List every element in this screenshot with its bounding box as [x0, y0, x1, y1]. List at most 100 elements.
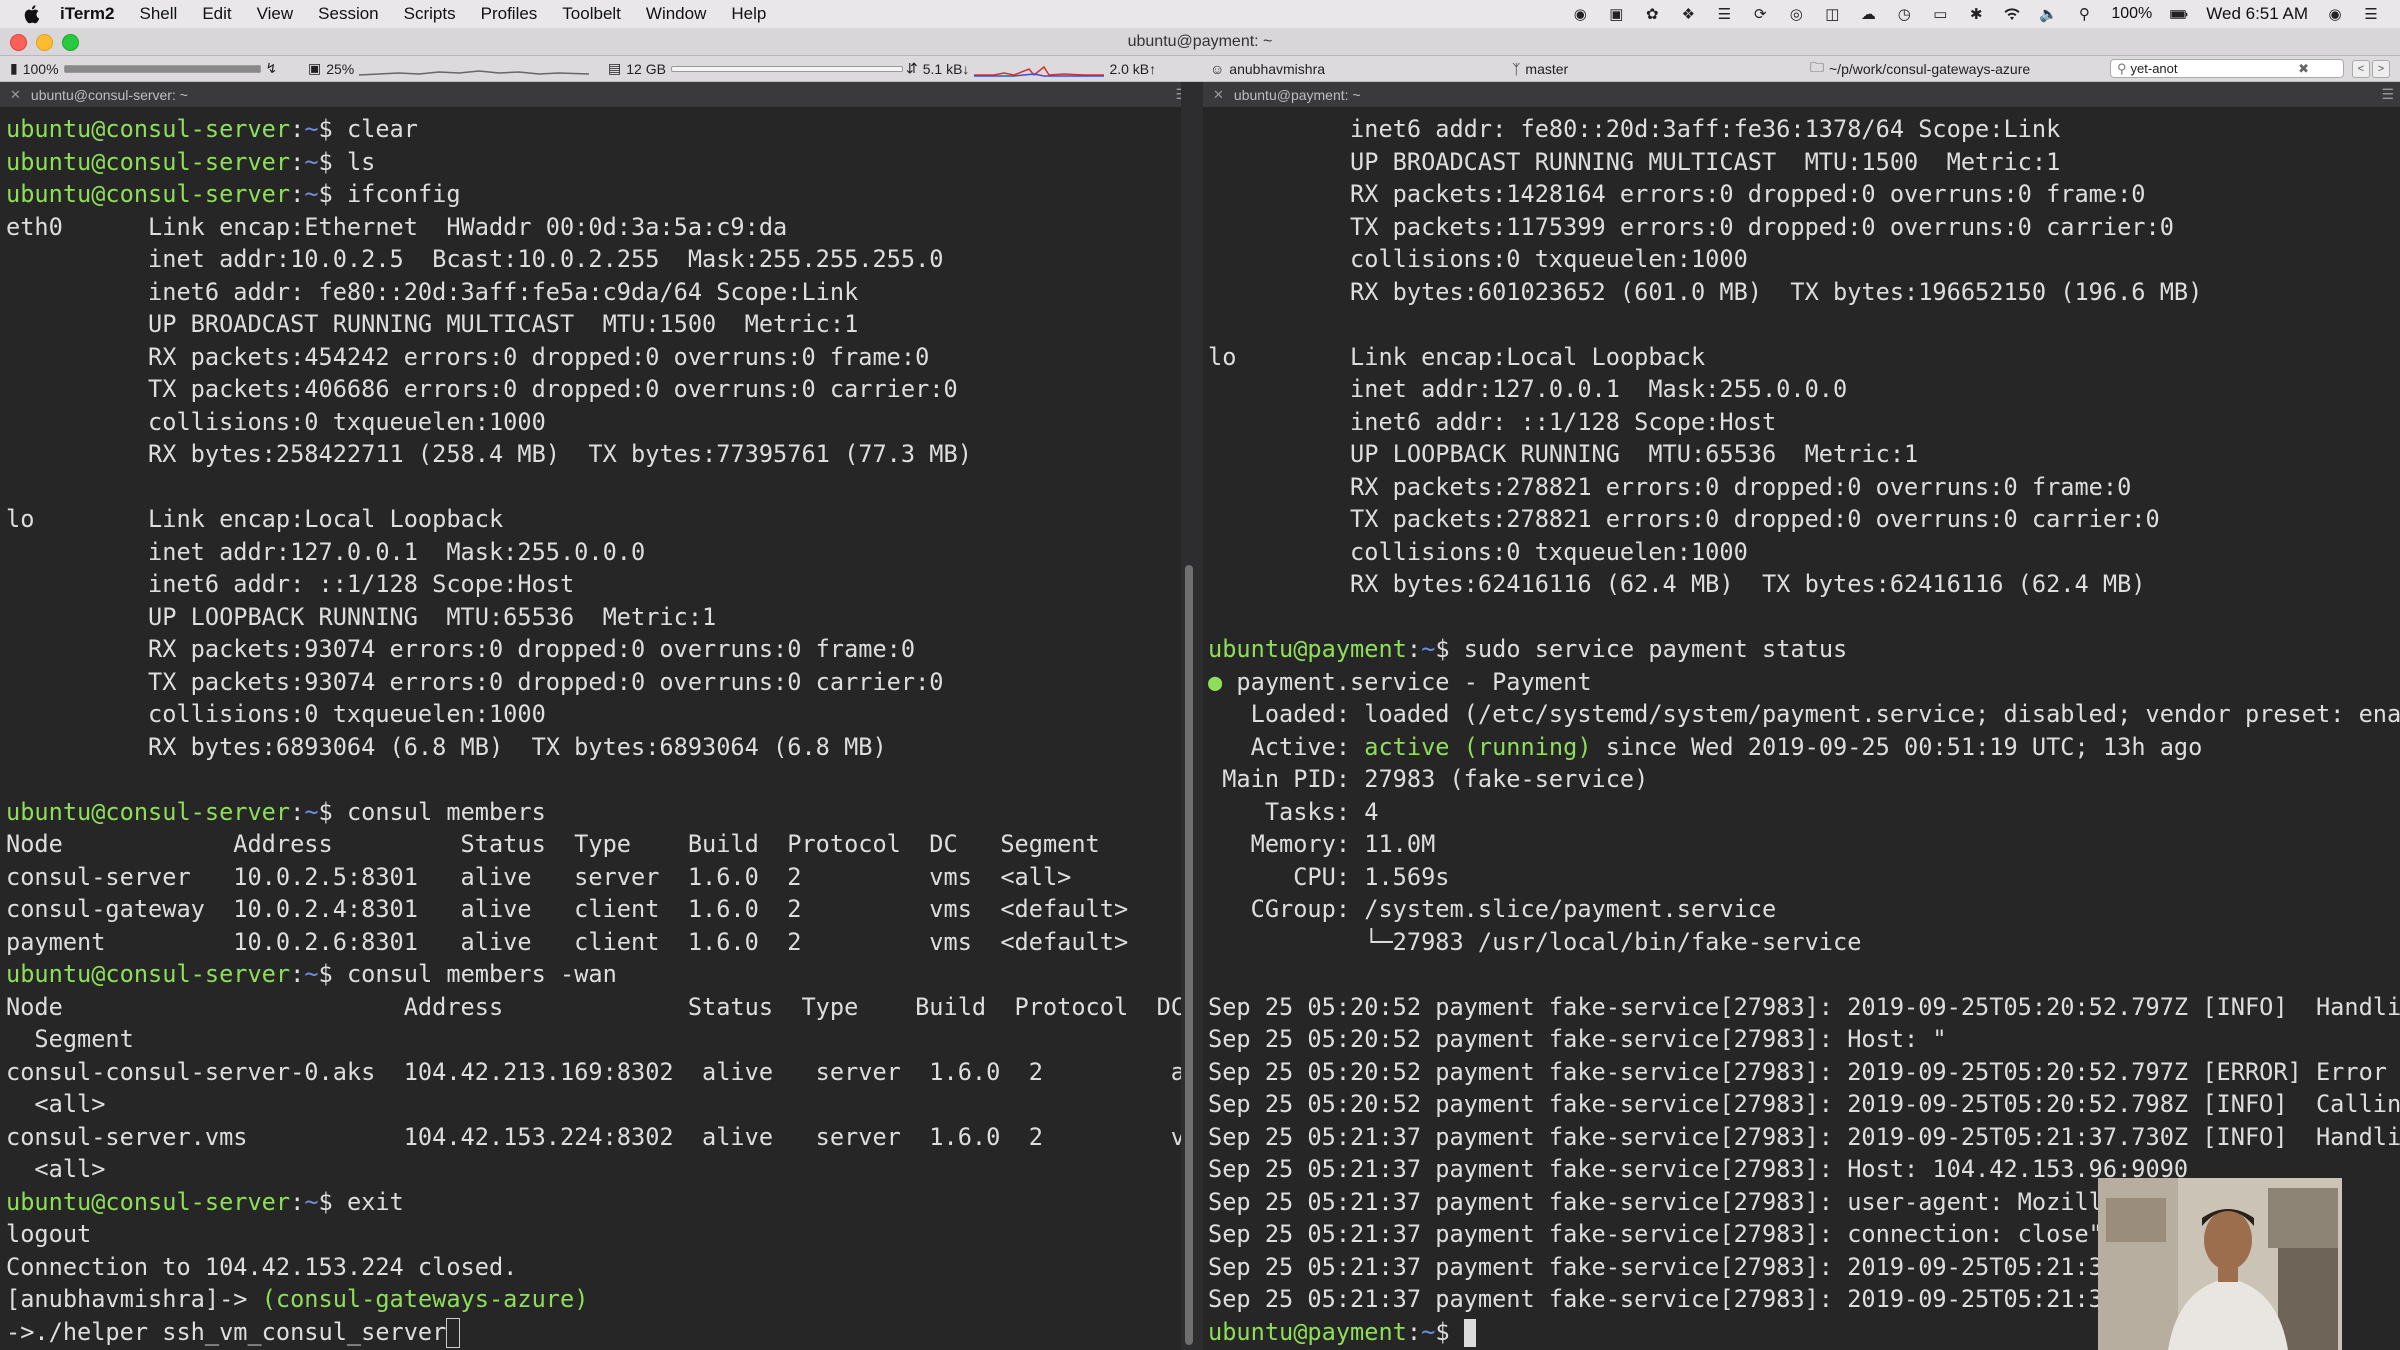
search-input[interactable]: yet-anot: [2131, 61, 2178, 76]
right-terminal-output[interactable]: inet6 addr: fe80::20d:3aff:fe36:1378/64 …: [1203, 107, 2400, 1348]
right-terminal-pane[interactable]: inet6 addr: fe80::20d:3aff:fe36:1378/64 …: [1203, 107, 2400, 1350]
clock-icon[interactable]: ◷: [1895, 6, 1913, 23]
menu-app-name[interactable]: iTerm2: [60, 4, 115, 24]
docker-icon[interactable]: ☰: [1715, 6, 1733, 23]
right-terminal-line: RX packets:278821 errors:0 dropped:0 ove…: [1208, 471, 2400, 504]
presenter-video-image: [2098, 1178, 2342, 1350]
terminal-text: $ consul members: [318, 797, 546, 826]
apple-menu-icon[interactable]: [22, 3, 44, 25]
siri-icon[interactable]: ◉: [2326, 6, 2344, 23]
charging-icon: ↯: [265, 60, 278, 76]
terminal-text: $ consul members -wan: [318, 960, 617, 988]
right-terminal-line: Sep 25 05:20:52 payment fake-service[279…: [1208, 1088, 2400, 1121]
close-pane-icon[interactable]: ✕: [1213, 87, 1224, 103]
terminal-text: inet addr:10.0.2.5 Bcast:10.0.2.255 Mask…: [6, 245, 944, 273]
volume-icon[interactable]: 🔈: [2039, 6, 2058, 23]
memory-status: ▤ 12 GB: [608, 56, 903, 81]
menu-view[interactable]: View: [257, 4, 294, 24]
right-terminal-line: RX bytes:601023652 (601.0 MB) TX bytes:1…: [1208, 276, 2400, 309]
pane-menu-icon[interactable]: ☰: [2381, 86, 2394, 103]
left-terminal-line: [6, 471, 1181, 504]
left-terminal-pane[interactable]: ubuntu@consul-server:~$ clear ubuntu@cons…: [0, 107, 1181, 1350]
terminal-text: TX packets:406686 errors:0 dropped:0 ove…: [6, 375, 958, 403]
shield-icon[interactable]: ◎: [1787, 6, 1805, 23]
left-terminal-line: inet6 addr: fe80::20d:3aff:fe5a:c9da/64 …: [6, 276, 1181, 309]
search-next-button[interactable]: >: [2372, 60, 2390, 78]
dropbox-icon[interactable]: ❖: [1679, 6, 1697, 23]
notification-center-icon[interactable]: ☰: [2362, 6, 2380, 23]
spotlight-search-icon[interactable]: ⚲: [2075, 6, 2093, 23]
cpu-graph: [359, 69, 590, 76]
terminal-text: RX packets:278821 errors:0 dropped:0 ove…: [1208, 472, 2132, 501]
right-terminal-line: [1208, 308, 2400, 341]
right-pane-titlebar[interactable]: ✕ ubuntu@payment: ~ ☰: [1203, 82, 2400, 107]
terminal-text: Active:: [1208, 732, 1365, 761]
right-terminal-line: collisions:0 txqueuelen:1000: [1208, 536, 2400, 569]
terminal-text: :: [290, 797, 305, 826]
menu-window[interactable]: Window: [646, 4, 706, 24]
close-pane-icon[interactable]: ✕: [10, 87, 21, 103]
prompt-user-host: active (running): [1364, 732, 1592, 761]
menubar-clock[interactable]: Wed 6:51 AM: [2206, 4, 2308, 24]
username-value: anubhavmishra: [1229, 60, 1326, 77]
terminal-text: RX packets:1428164 errors:0 dropped:0 ov…: [1208, 180, 2146, 208]
wifi-icon[interactable]: [2003, 6, 2021, 22]
terminal-text: :: [1406, 1317, 1422, 1346]
user-status: ☺ anubhavmishra: [1210, 56, 1325, 81]
menu-help[interactable]: Help: [731, 4, 766, 24]
window-titlebar[interactable]: ubuntu@payment: ~: [0, 28, 2400, 56]
right-terminal-line: Main PID: 27983 (fake-service): [1208, 763, 2400, 796]
close-window-button[interactable]: [10, 34, 27, 51]
menu-session[interactable]: Session: [318, 4, 378, 24]
right-terminal-line: TX packets:1175399 errors:0 dropped:0 ov…: [1208, 211, 2400, 244]
terminal-text: Connection to 104.42.153.224 closed.: [6, 1252, 518, 1281]
menu-profiles[interactable]: Profiles: [481, 4, 538, 24]
left-terminal-line: RX bytes:258422711 (258.4 MB) TX bytes:7…: [6, 438, 1181, 471]
terminal-text: $ ls: [318, 147, 376, 176]
left-pane-titlebar[interactable]: ✕ ubuntu@consul-server: ~ ☰: [0, 82, 1194, 107]
left-terminal-line: Node Address Status Type Build Protocol …: [6, 991, 1181, 1024]
screen-record-icon[interactable]: ◉: [1571, 6, 1589, 23]
find-search-field[interactable]: ⚲ yet-anot ✖: [2110, 59, 2344, 78]
right-terminal-line: collisions:0 txqueuelen:1000: [1208, 243, 2400, 276]
right-terminal-line: Active: active (running) since Wed 2019-…: [1208, 731, 2400, 764]
search-icon: ⚲: [2117, 60, 2127, 76]
right-pane-title: ubuntu@payment: ~: [1233, 86, 1361, 103]
terminal-text: Memory: 11.0M: [1208, 830, 1436, 858]
left-terminal-line: consul-consul-server-0.aks 104.42.213.16…: [6, 1056, 1181, 1089]
text-cursor: [1463, 1319, 1476, 1347]
right-terminal-line: RX bytes:62416116 (62.4 MB) TX bytes:624…: [1208, 568, 2400, 601]
prompt-user-host: ●: [1208, 667, 1223, 696]
sync-icon[interactable]: ⟳: [1751, 6, 1769, 23]
app-status-icon[interactable]: ✿: [1643, 6, 1661, 23]
airplay-icon[interactable]: ▭: [1931, 6, 1949, 23]
clear-search-icon[interactable]: ✖: [2298, 61, 2309, 77]
right-terminal-line: inet6 addr: fe80::20d:3aff:fe36:1378/64 …: [1208, 113, 2400, 146]
zoom-window-button[interactable]: [62, 34, 79, 51]
menu-shell[interactable]: Shell: [140, 4, 178, 24]
activity-icon[interactable]: ◫: [1823, 6, 1841, 23]
left-terminal-line: inet addr:127.0.0.1 Mask:255.0.0.0: [6, 536, 1181, 569]
terminal-text: since Wed 2019-09-25 00:51:19 UTC; 13h a…: [1591, 732, 2203, 761]
menu-toolbelt[interactable]: Toolbelt: [562, 4, 621, 24]
left-terminal-line: consul-server.vms 104.42.153.224:8302 al…: [6, 1121, 1181, 1154]
right-terminal-line: └─27983 /usr/local/bin/fake-service: [1208, 926, 2400, 959]
menu-scripts[interactable]: Scripts: [404, 4, 456, 24]
menu-edit[interactable]: Edit: [202, 4, 231, 24]
left-terminal-line: inet6 addr: ::1/128 Scope:Host: [6, 568, 1181, 601]
terminal-text: logout: [6, 1220, 92, 1248]
battery-icon[interactable]: [2170, 6, 2188, 22]
terminal-text: UP BROADCAST RUNNING MULTICAST MTU:1500 …: [6, 310, 859, 338]
left-pane-scrollbar[interactable]: [1185, 565, 1193, 1345]
minimize-window-button[interactable]: [36, 34, 53, 51]
bluetooth-icon[interactable]: ✱: [1967, 6, 1985, 23]
webcam-overlay: [2098, 1178, 2342, 1350]
path-status: 🗀 ~/p/work/consul-gateways-azure: [1810, 56, 2030, 81]
camera-icon[interactable]: ▣: [1607, 6, 1625, 23]
battery-value: 100%: [22, 60, 59, 77]
cloud-icon[interactable]: ☁: [1859, 6, 1877, 23]
terminal-text: CPU: 1.569s: [1208, 862, 1450, 891]
left-terminal-output[interactable]: ubuntu@consul-server:~$ clear ubuntu@cons…: [0, 107, 1181, 1348]
search-prev-button[interactable]: <: [2352, 60, 2370, 78]
terminal-text: inet6 addr: fe80::20d:3aff:fe36:1378/64 …: [1208, 115, 2061, 143]
